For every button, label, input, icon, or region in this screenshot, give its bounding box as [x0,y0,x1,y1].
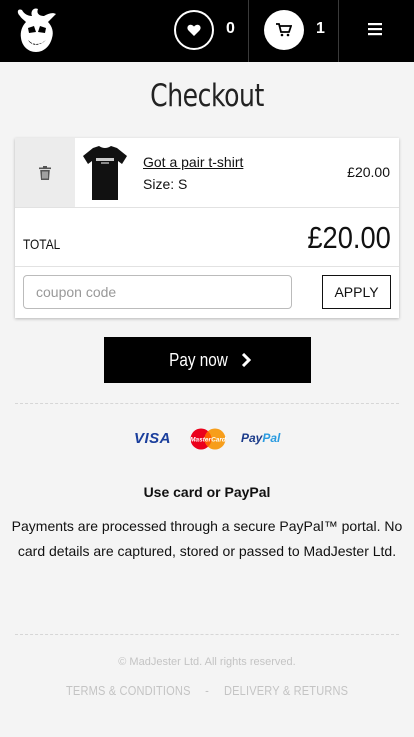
product-size: Size: S [143,176,188,192]
divider [15,266,399,267]
trash-icon [39,165,51,180]
cart-summary: Got a pair t-shirt Size: S £20.00 TOTAL … [15,138,399,318]
apply-coupon-button[interactable]: APPLY [322,275,391,309]
header: 0 1 [0,0,414,62]
cart-count: 1 [316,20,325,37]
jester-logo-icon[interactable] [14,6,60,56]
pay-now-label: Pay now [169,349,228,370]
copyright-text: © MadJester Ltd. All rights reserved. [118,656,296,668]
remove-item-button[interactable] [15,138,75,207]
paypal-logo: PayPal [241,431,281,445]
pay-now-button[interactable]: Pay now [104,337,311,383]
total-value: £20.00 [307,220,391,255]
product-thumbnail[interactable] [81,144,129,202]
page-title: Checkout [150,78,264,114]
delivery-link[interactable]: DELIVERY & RETURNS [224,683,348,698]
wishlist-count: 0 [226,20,235,37]
divider [15,207,399,208]
mastercard-logo: MasterCard [190,428,227,450]
dashed-divider [15,403,399,404]
cart-button[interactable] [264,10,304,50]
total-label: TOTAL [23,236,61,252]
dashed-divider [15,634,399,635]
coupon-code-input[interactable] [23,275,292,309]
link-separator: - [202,683,213,698]
visa-logo: VISA [134,430,172,447]
payment-description: Payments are processed through a secure … [11,518,403,559]
payment-subtitle: Use card or PayPal [143,484,271,500]
header-divider [338,0,339,62]
heart-icon [187,24,201,36]
hamburger-icon[interactable] [368,22,382,36]
cart-icon [276,23,292,37]
product-price: £20.00 [347,164,390,180]
wishlist-button[interactable] [174,10,214,50]
terms-link[interactable]: TERMS & CONDITIONS [66,683,191,698]
product-name-link[interactable]: Got a pair t-shirt [143,154,243,170]
footer-links: TERMS & CONDITIONS - DELIVERY & RETURNS [0,683,414,698]
mastercard-text: MasterCard [190,437,227,444]
header-divider [248,0,249,62]
chevron-right-icon [241,353,252,367]
